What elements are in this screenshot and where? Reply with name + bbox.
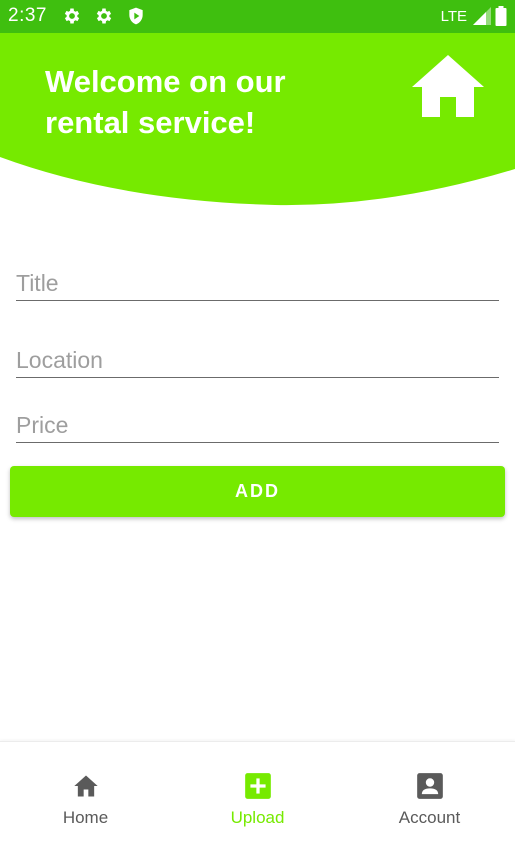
settings-icon — [64, 8, 80, 24]
status-bar: 2:37 LTE — [0, 0, 515, 33]
settings-icon — [96, 8, 112, 24]
home-icon — [73, 775, 98, 797]
price-field — [16, 408, 499, 443]
title-field — [16, 266, 499, 301]
header: Welcome on our rental service! — [0, 33, 515, 213]
nav-item-home[interactable]: Home — [0, 742, 171, 849]
screen: 2:37 LTE Welcome on our rental service! … — [0, 0, 515, 849]
shield-icon — [129, 7, 143, 25]
bottom-nav: Home Upload Account — [0, 741, 515, 849]
price-input[interactable] — [16, 408, 499, 442]
nav-label-home: Home — [62, 808, 109, 827]
nav-item-account[interactable]: Account — [344, 742, 515, 849]
add-button[interactable]: ADD — [10, 466, 505, 517]
status-right: LTE — [441, 4, 507, 28]
account-box-icon — [416, 773, 443, 799]
battery-icon — [495, 6, 507, 26]
network-type: LTE — [440, 7, 467, 25]
home-icon — [412, 55, 484, 117]
nav-label-account: Account — [398, 808, 461, 827]
welcome-title: Welcome on our rental service! — [45, 64, 286, 140]
location-input[interactable] — [16, 343, 499, 377]
location-field — [16, 343, 499, 378]
status-time: 2:37 — [8, 5, 47, 26]
signal-icon — [473, 7, 491, 25]
add-box-icon — [244, 773, 271, 799]
title-input[interactable] — [16, 266, 499, 300]
nav-label-upload: Upload — [230, 808, 285, 827]
nav-item-upload[interactable]: Upload — [172, 742, 343, 849]
